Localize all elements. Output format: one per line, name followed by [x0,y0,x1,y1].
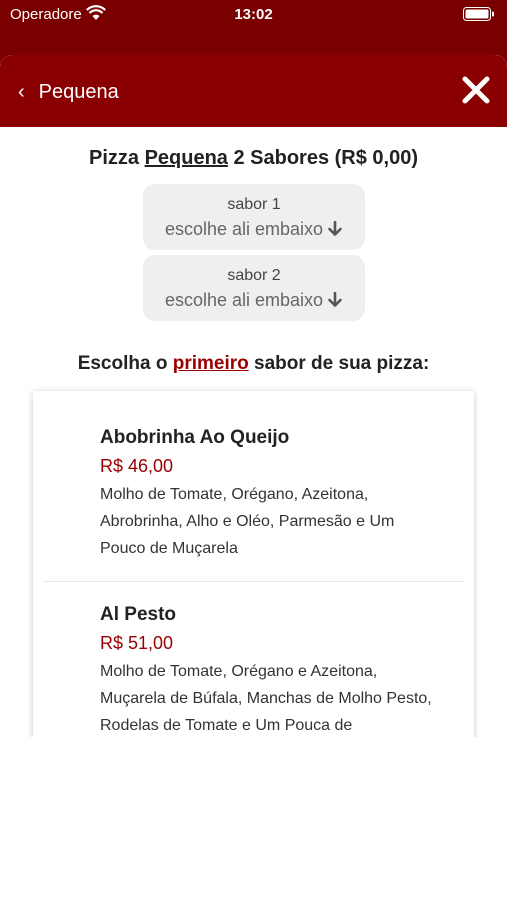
sheet-content: Pizza Pequena 2 Sabores (R$ 0,00) sabor … [0,127,507,737]
flavor-slot-2[interactable]: sabor 2 escolhe ali embaixo [143,255,365,321]
battery-icon [463,7,494,21]
pizza-title: Pizza Pequena 2 Sabores (R$ 0,00) [0,147,507,170]
flavor-slot-1[interactable]: sabor 1 escolhe ali embaixo [143,184,365,250]
prompt-emphasis: primeiro [172,353,249,374]
title-suffix: 2 Sabores (R$ 0,00) [227,147,419,169]
item-price: R$ 51,00 [100,633,174,653]
item-price: R$ 46,00 [100,456,174,476]
flavor-list: Abobrinha Ao Queijo R$ 46,00 Molho de To… [33,391,474,737]
back-label: Pequena [38,80,119,103]
title-size: Pequena [144,147,228,169]
slot-label: sabor 1 [227,196,281,213]
slot-hint: escolhe ali embaixo [143,290,365,311]
prompt-prefix: Escolha o [77,353,173,374]
back-button[interactable]: ‹ Pequena [18,77,119,107]
item-description: Molho de Tomate, Orégano e Azeitona, Muç… [100,663,432,734]
arrow-down-icon [328,292,342,307]
item-name: Abobrinha Ao Queijo [100,427,290,448]
prompt-suffix: sabor de sua pizza: [248,353,430,374]
chevron-left-icon: ‹ [18,81,25,103]
divider [43,581,464,582]
status-bar: Operadore 13:02 [0,0,507,30]
status-time: 13:02 [234,6,273,23]
slot-hint-text: escolhe ali embaixo [164,219,324,239]
flavor-picker-sheet: ‹ Pequena Pizza Pequena 2 Sabores (R$ 0,… [0,55,507,900]
title-prefix: Pizza [88,147,145,169]
arrow-down-icon [328,221,342,236]
choose-flavor-prompt: Escolha o primeiro sabor de sua pizza: [0,353,507,375]
item-name: Al Pesto [100,604,177,625]
list-item[interactable]: Al Pesto R$ 51,00 Molho de Tomate, Oréga… [100,604,440,737]
sheet-footer [0,817,507,900]
sheet-header: ‹ Pequena [0,55,507,127]
slot-hint-text: escolhe ali embaixo [164,290,324,310]
list-item[interactable]: Abobrinha Ao Queijo R$ 46,00 Molho de To… [100,427,440,562]
slot-label: sabor 2 [227,267,281,284]
slot-hint: escolhe ali embaixo [143,219,365,240]
close-icon[interactable] [461,75,491,105]
item-description: Molho de Tomate, Orégano, Azeitona, Abro… [100,486,395,557]
